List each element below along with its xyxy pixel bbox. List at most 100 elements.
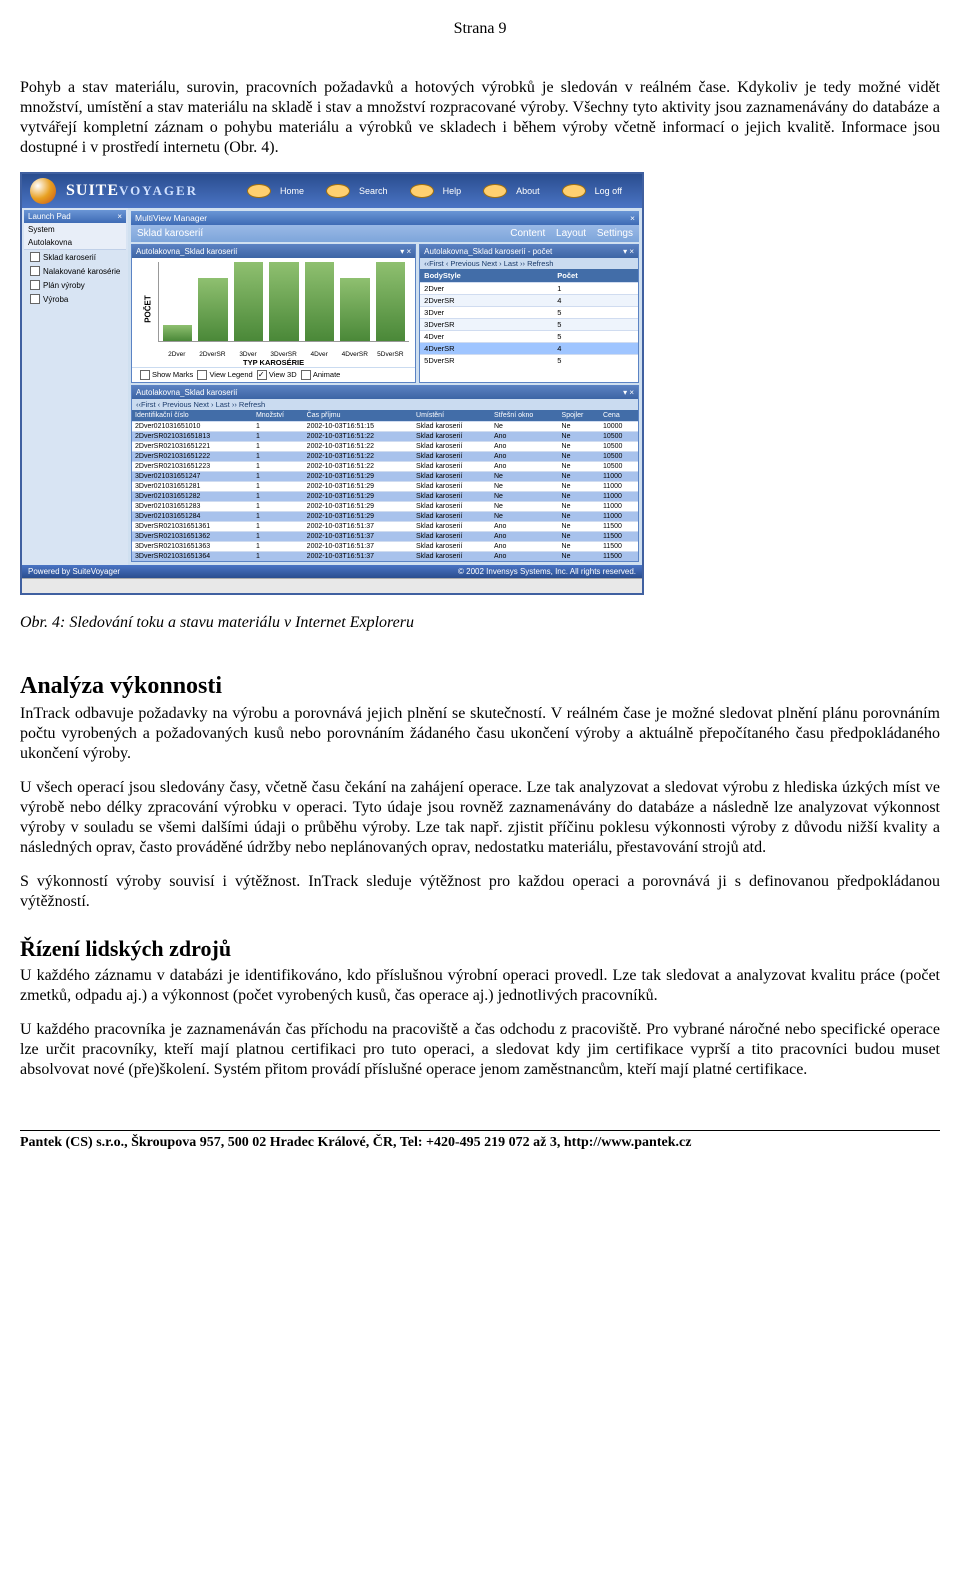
checkbox-view-3d[interactable] (257, 370, 267, 380)
table-cell: 1 (253, 552, 304, 562)
logoff-icon (562, 184, 586, 198)
table-row[interactable]: 2DverSR02103165122312002-10-03T16:51:22S… (132, 462, 638, 472)
table-row[interactable]: 3Dver02103165128412002-10-03T16:51:29Skl… (132, 512, 638, 522)
table-cell: Ne (559, 522, 600, 532)
table-cell: 1 (253, 512, 304, 522)
table-row[interactable]: 3Dver02103165124712002-10-03T16:51:29Skl… (132, 472, 638, 482)
table-header[interactable]: Cena (600, 410, 638, 422)
table-row[interactable]: 2DverSR02103165122112002-10-03T16:51:22S… (132, 442, 638, 452)
panel-menu-icon[interactable]: ▾ × (623, 388, 634, 397)
checkbox-show-marks[interactable] (140, 370, 150, 380)
table-cell: 3Dver021031651281 (132, 482, 253, 492)
detail-panel-title: Autolakovna_Sklad karoserií (136, 388, 237, 397)
table-row[interactable]: 3Dver02103165128212002-10-03T16:51:29Skl… (132, 492, 638, 502)
chart-x-tick: 5DverSR (376, 351, 406, 358)
table-row[interactable]: 4Dver5 (420, 331, 638, 343)
table-cell: 2002-10-03T16:51:37 (304, 552, 413, 562)
table-row[interactable]: 2DverSR4 (420, 295, 638, 307)
table-row[interactable]: 3DverSR5 (420, 319, 638, 331)
table-cell: 3DverSR021031651361 (132, 522, 253, 532)
table-cell: 1 (253, 482, 304, 492)
detail-table: Identifikační čísloMnožstvíČas příjmuUmí… (132, 410, 638, 561)
table-row[interactable]: 3DverSR02103165136312002-10-03T16:51:37S… (132, 542, 638, 552)
nav-about[interactable]: About (477, 183, 552, 199)
table-cell: 1 (253, 462, 304, 472)
count-col-pocet[interactable]: Počet (553, 269, 638, 283)
table-cell: 11000 (600, 482, 638, 492)
nav-home[interactable]: Home (241, 183, 316, 199)
table-row[interactable]: 3DverSR02103165136412002-10-03T16:51:37S… (132, 552, 638, 562)
sidebar-launchpad[interactable]: Launch Pad× (24, 210, 126, 223)
detail-pager[interactable]: ‹‹First ‹ Previous Next › Last ›› Refres… (132, 399, 638, 410)
checkbox-icon[interactable] (30, 266, 40, 276)
table-row[interactable]: 3Dver5 (420, 307, 638, 319)
table-header[interactable]: Umístění (413, 410, 491, 422)
table-cell: 1 (253, 472, 304, 482)
table-cell: 10500 (600, 462, 638, 472)
table-row[interactable]: 3DverSR02103165136112002-10-03T16:51:37S… (132, 522, 638, 532)
chart-panel: Autolakovna_Sklad karoserií▾ × POČET 2Dv… (131, 244, 416, 383)
sidebar-item-nalakovane[interactable]: Nalakované karosérie (24, 264, 126, 278)
panel-menu-icon[interactable]: ▾ × (400, 247, 411, 256)
table-cell: Ne (559, 452, 600, 462)
table-row[interactable]: 3Dver02103165128112002-10-03T16:51:29Skl… (132, 482, 638, 492)
table-cell: 11500 (600, 532, 638, 542)
sidebar-item-vyroba[interactable]: Výroba (24, 292, 126, 306)
nav-logoff[interactable]: Log off (556, 183, 634, 199)
link-layout[interactable]: Layout (556, 228, 586, 239)
main-area: MultiView Manager× Sklad karoserií Conte… (128, 208, 642, 565)
search-icon (326, 184, 350, 198)
sidebar-item-plan-vyroby[interactable]: Plán výroby (24, 278, 126, 292)
sv-titlebar: SUITEVOYAGER Home Search Help About Log … (22, 174, 642, 208)
checkbox-icon[interactable] (30, 252, 40, 262)
intro-paragraph: Pohyb a stav materiálu, surovin, pracovn… (20, 78, 940, 158)
table-header[interactable]: Množství (253, 410, 304, 422)
table-header[interactable]: Identifikační číslo (132, 410, 253, 422)
table-cell: 10500 (600, 452, 638, 462)
table-cell: 1 (253, 502, 304, 512)
table-cell: 11500 (600, 542, 638, 552)
link-content[interactable]: Content (510, 228, 545, 239)
checkbox-icon[interactable] (30, 280, 40, 290)
table-cell: 4Dver (420, 331, 553, 343)
table-row[interactable]: 3Dver02103165128312002-10-03T16:51:29Skl… (132, 502, 638, 512)
chart-bar (376, 262, 405, 341)
nav-help[interactable]: Help (404, 183, 474, 199)
close-icon[interactable]: × (630, 213, 635, 223)
page-footer: Pantek (CS) s.r.o., Škroupova 957, 500 0… (20, 1130, 940, 1151)
sidebar-autolakovna[interactable]: Autolakovna (24, 236, 126, 250)
table-row[interactable]: 5DverSR5 (420, 355, 638, 367)
table-cell: Sklad karoserií (413, 452, 491, 462)
checkbox-icon[interactable] (30, 294, 40, 304)
table-row[interactable]: 2Dver1 (420, 283, 638, 295)
table-cell: 2002-10-03T16:51:22 (304, 462, 413, 472)
link-settings[interactable]: Settings (597, 228, 633, 239)
table-header[interactable]: Čas příjmu (304, 410, 413, 422)
table-row[interactable]: 2DverSR02103165122212002-10-03T16:51:22S… (132, 452, 638, 462)
table-cell: Ne (559, 462, 600, 472)
nav-search[interactable]: Search (320, 183, 400, 199)
table-cell: Ne (559, 422, 600, 432)
checkbox-view-legend[interactable] (197, 370, 207, 380)
table-header[interactable]: Spojler (559, 410, 600, 422)
close-icon[interactable]: × (117, 212, 122, 221)
table-cell: 2002-10-03T16:51:29 (304, 512, 413, 522)
table-row[interactable]: 4DverSR4 (420, 343, 638, 355)
table-row[interactable]: 2DverSR02103165181312002-10-03T16:51:22S… (132, 432, 638, 442)
sidebar-item-sklad-karoserii[interactable]: Sklad karoserií (24, 250, 126, 264)
count-pager[interactable]: ‹‹First ‹ Previous Next › Last ›› Refres… (420, 258, 638, 269)
table-cell: Ne (491, 502, 559, 512)
checkbox-animate[interactable] (301, 370, 311, 380)
panel-menu-icon[interactable]: ▾ × (623, 247, 634, 256)
table-row[interactable]: 3DverSR02103165136212002-10-03T16:51:37S… (132, 532, 638, 542)
chart-bar (198, 278, 227, 341)
table-row[interactable]: 2Dver02103165101012002-10-03T16:51:15Skl… (132, 422, 638, 432)
table-cell: 2DverSR021031651221 (132, 442, 253, 452)
table-cell: Sklad karoserií (413, 542, 491, 552)
count-col-bodystyle[interactable]: BodyStyle (420, 269, 553, 283)
table-cell: 2002-10-03T16:51:29 (304, 472, 413, 482)
table-header[interactable]: Střešní okno (491, 410, 559, 422)
sidebar-system[interactable]: System (24, 223, 126, 236)
table-cell: Sklad karoserií (413, 442, 491, 452)
table-cell: Sklad karoserií (413, 472, 491, 482)
